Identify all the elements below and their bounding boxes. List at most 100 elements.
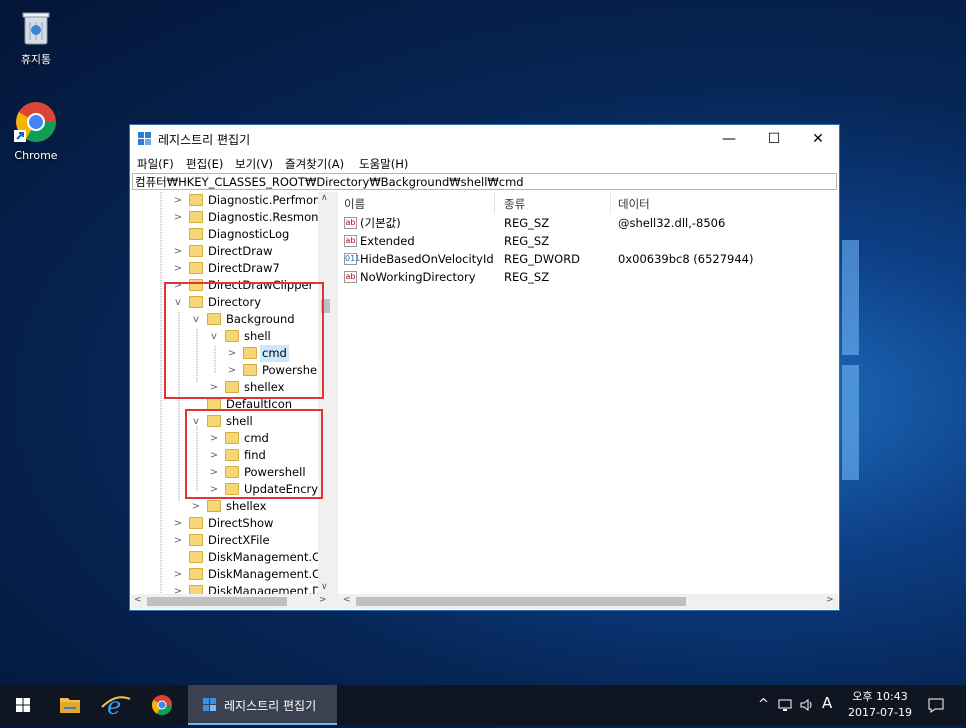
recycle-bin-label: 휴지통 (20, 53, 52, 66)
start-button[interactable] (0, 685, 46, 725)
column-type-header[interactable]: 종류 (504, 196, 525, 212)
tree-horizontal-scrollbar[interactable]: < > (131, 594, 333, 609)
regedit-icon (203, 698, 216, 711)
recycle-bin-icon[interactable]: 휴지통 (1, 8, 71, 67)
internet-explorer-icon: e (101, 692, 131, 720)
minimize-button[interactable]: — (707, 125, 751, 153)
tree-item-label: DirectShow (208, 516, 274, 530)
menu-view[interactable]: 보기(V) (235, 156, 273, 172)
folder-icon (189, 517, 203, 529)
tree-item-label: DirectDraw7 (208, 261, 280, 275)
tree-item[interactable]: > shellex (131, 498, 317, 515)
column-header-row: 이름 종류 데이터 (338, 192, 838, 214)
menu-favorites[interactable]: 즐겨찾기(A) (285, 156, 344, 172)
scroll-left-icon[interactable]: < (134, 595, 142, 605)
annotation-highlight-box (185, 409, 323, 499)
scroll-up-icon[interactable]: ∧ (321, 193, 328, 203)
folder-icon (189, 534, 203, 546)
trash-icon (22, 12, 50, 45)
folder-icon (189, 211, 203, 223)
folder-icon (189, 228, 203, 240)
window-title: 레지스트리 편집기 (158, 133, 251, 147)
tree-item-label: DiskManagement.Co (208, 567, 328, 581)
internet-explorer-button[interactable]: e (94, 685, 138, 725)
chevron-right-icon[interactable]: > (173, 566, 183, 583)
folder-icon (189, 245, 203, 257)
chevron-right-icon[interactable]: > (173, 260, 183, 277)
scroll-right-icon[interactable]: > (319, 595, 327, 605)
clock[interactable]: 오후 10:43 2017-07-19 (840, 689, 920, 721)
tree-item-label: Diagnostic.Resmon.C (208, 210, 331, 224)
wallpaper-window-pane (842, 240, 859, 355)
value-row[interactable]: ab NoWorkingDirectory REG_SZ (338, 268, 838, 286)
tree-item[interactable]: > DirectDraw7 (131, 260, 317, 277)
value-row[interactable]: ab Extended REG_SZ (338, 232, 838, 250)
value-row[interactable]: ab (기본값) REG_SZ @shell32.dll,-8506 (338, 214, 838, 232)
menu-help[interactable]: 도움말(H) (359, 156, 408, 172)
value-data: 0x00639bc8 (6527944) (618, 252, 754, 266)
tree-item[interactable]: > DirectShow (131, 515, 317, 532)
value-name: HideBasedOnVelocityId (360, 252, 494, 266)
string-value-icon: ab (344, 217, 357, 229)
scroll-thumb[interactable] (356, 597, 686, 606)
regedit-icon (138, 132, 151, 145)
tree-item[interactable]: > DirectDraw (131, 243, 317, 260)
chrome-taskbar-button[interactable] (140, 685, 184, 725)
tree-item[interactable]: DiagnosticLog (131, 226, 317, 243)
value-name: NoWorkingDirectory (360, 270, 476, 284)
folder-icon (189, 568, 203, 580)
scroll-down-icon[interactable]: ∨ (321, 582, 328, 592)
chrome-icon (151, 695, 173, 716)
chevron-right-icon[interactable]: > (173, 192, 183, 209)
ime-indicator[interactable]: A (822, 694, 832, 712)
active-app-label: 레지스트리 편집기 (224, 699, 317, 713)
value-row[interactable]: 011 HideBasedOnVelocityId REG_DWORD 0x00… (338, 250, 838, 268)
chevron-right-icon[interactable]: > (173, 515, 183, 532)
column-name-header[interactable]: 이름 (344, 196, 365, 212)
tree-item-label: shellex (226, 499, 267, 513)
wallpaper-window-pane (842, 365, 859, 480)
list-horizontal-scrollbar[interactable]: < > (338, 594, 838, 609)
title-bar[interactable]: 레지스트리 편집기 — ☐ ✕ (130, 125, 839, 153)
action-center-icon[interactable] (927, 696, 945, 717)
chevron-right-icon[interactable]: > (191, 498, 201, 515)
network-icon[interactable] (777, 697, 793, 716)
clock-time: 오후 10:43 (852, 690, 908, 703)
menu-edit[interactable]: 편집(E) (186, 156, 223, 172)
chrome-shortcut[interactable]: Chrome (1, 100, 71, 162)
value-name: (기본값) (360, 216, 401, 230)
tree-item[interactable]: > Diagnostic.Resmon.C (131, 209, 330, 226)
scroll-left-icon[interactable]: < (343, 595, 351, 605)
key-tree-pane: > Diagnostic.Perfmon.D > Diagnostic.Resm… (131, 192, 334, 609)
folder-icon (189, 262, 203, 274)
column-data-header[interactable]: 데이터 (618, 196, 650, 212)
tree-item-label: Diagnostic.Perfmon.D (208, 193, 333, 207)
chevron-right-icon[interactable]: > (173, 243, 183, 260)
file-explorer-button[interactable] (48, 685, 92, 725)
tree-item[interactable]: > Diagnostic.Perfmon.D (131, 192, 333, 209)
column-divider[interactable] (610, 192, 611, 214)
windows-logo-icon (16, 698, 30, 712)
address-bar[interactable]: 컴퓨터₩HKEY_CLASSES_ROOT₩Directory₩Backgrou… (132, 173, 837, 190)
tree-item[interactable]: DiskManagement.Co (131, 549, 327, 566)
chevron-right-icon[interactable]: > (173, 532, 183, 549)
tree-item-label: DirectDraw (208, 244, 273, 258)
string-value-icon: ab (344, 271, 357, 283)
chrome-label: Chrome (14, 149, 58, 162)
svg-text:e: e (107, 692, 121, 720)
close-button[interactable]: ✕ (796, 125, 840, 153)
scroll-right-icon[interactable]: > (826, 595, 834, 605)
volume-icon[interactable] (799, 697, 815, 716)
menu-bar: 파일(F) 편집(E) 보기(V) 즐겨찾기(A) 도움말(H) (130, 153, 839, 173)
scroll-thumb[interactable] (147, 597, 287, 606)
tree-item[interactable]: > DiskManagement.Co (131, 566, 327, 583)
folder-icon (207, 500, 221, 512)
maximize-button[interactable]: ☐ (752, 125, 796, 153)
regedit-taskbar-button[interactable]: 레지스트리 편집기 (188, 685, 337, 725)
value-type: REG_DWORD (504, 252, 581, 266)
tree-item[interactable]: > DirectXFile (131, 532, 317, 549)
show-hidden-icons-chevron[interactable]: ^ (758, 697, 769, 712)
chevron-right-icon[interactable]: > (173, 209, 183, 226)
menu-file[interactable]: 파일(F) (137, 156, 174, 172)
column-divider[interactable] (494, 192, 495, 214)
